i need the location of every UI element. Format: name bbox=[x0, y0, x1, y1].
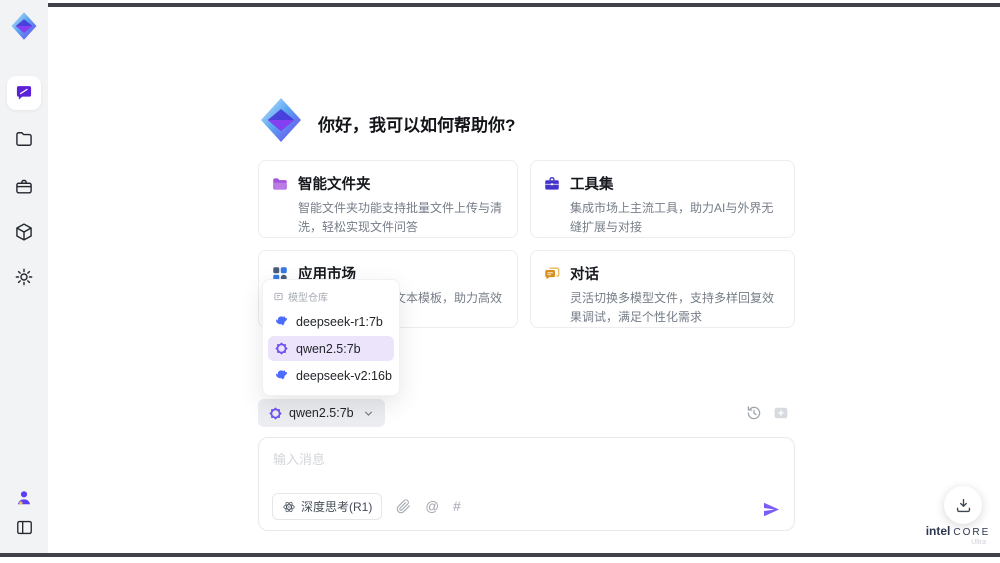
atom-icon bbox=[282, 500, 296, 514]
message-composer: 深度思考(R1) @ # bbox=[258, 437, 795, 531]
card-dialog[interactable]: 对话 灵活切换多模型文件，支持多样回复效果调试，满足个性化需求 bbox=[530, 250, 795, 328]
sidebar-item-settings[interactable] bbox=[7, 260, 41, 294]
folder-icon bbox=[271, 175, 289, 193]
model-option-qwen[interactable]: qwen2.5:7b bbox=[268, 336, 394, 361]
qwen-icon bbox=[268, 406, 283, 421]
sidebar-item-toolbox[interactable] bbox=[7, 170, 41, 204]
card-title: 对话 bbox=[570, 267, 599, 283]
qwen-icon bbox=[274, 341, 289, 356]
folder-icon bbox=[14, 129, 34, 149]
new-chat-icon[interactable] bbox=[772, 404, 790, 422]
card-description: 灵活切换多模型文件，支持多样回复效果调试，满足个性化需求 bbox=[570, 291, 775, 324]
model-option-deepseek-r1[interactable]: deepseek-r1:7b bbox=[268, 309, 394, 334]
hash-icon[interactable]: # bbox=[453, 500, 461, 514]
card-description: 集成市场上主流工具，助力AI与外界无缝扩展与对接 bbox=[570, 201, 774, 234]
sidebar-item-collapse[interactable] bbox=[7, 510, 41, 544]
window-top-edge bbox=[48, 3, 1000, 7]
selected-model-label: qwen2.5:7b bbox=[289, 406, 354, 420]
card-toolset[interactable]: 工具集 集成市场上主流工具，助力AI与外界无缝扩展与对接 bbox=[530, 160, 795, 238]
chat-icon bbox=[14, 83, 34, 103]
at-icon[interactable]: @ bbox=[425, 500, 439, 514]
sidebar-item-models[interactable] bbox=[7, 215, 41, 249]
briefcase-icon bbox=[543, 175, 561, 193]
sidebar bbox=[0, 0, 48, 553]
user-icon bbox=[14, 488, 34, 508]
deepseek-icon bbox=[274, 314, 289, 329]
card-title: 智能文件夹 bbox=[298, 177, 371, 193]
page-title: 你好，我可以如何帮助你? bbox=[318, 116, 516, 135]
sidebar-item-chat[interactable] bbox=[7, 76, 41, 110]
cube-icon bbox=[14, 222, 34, 242]
model-option-deepseek-v2[interactable]: deepseek-v2:16b bbox=[268, 363, 394, 388]
deep-think-toggle[interactable]: 深度思考(R1) bbox=[272, 493, 383, 520]
sidebar-item-folders[interactable] bbox=[7, 122, 41, 156]
chat-bubbles-icon bbox=[543, 265, 561, 283]
model-dropdown: 模型仓库 deepseek-r1:7b qwen2.5:7b deepseek-… bbox=[262, 279, 400, 396]
composer-toolbar: 深度思考(R1) @ # bbox=[272, 493, 461, 520]
window-bottom-edge bbox=[0, 553, 1000, 557]
model-dropdown-header: 模型仓库 bbox=[263, 284, 399, 307]
gear-icon bbox=[14, 267, 34, 287]
model-selector[interactable]: qwen2.5:7b bbox=[258, 399, 385, 427]
chevron-down-icon bbox=[362, 407, 375, 420]
panel-icon bbox=[15, 518, 34, 537]
model-selector-row: qwen2.5:7b bbox=[258, 399, 795, 427]
app-logo bbox=[9, 11, 39, 41]
greeting-logo bbox=[257, 96, 305, 144]
history-icon[interactable] bbox=[745, 404, 763, 422]
intel-core-badge: intel CORE Ultra bbox=[920, 524, 996, 546]
card-smart-folder[interactable]: 智能文件夹 智能文件夹功能支持批量文件上传与清洗，轻松实现文件问答 bbox=[258, 160, 518, 238]
briefcase-icon bbox=[14, 177, 34, 197]
intel-logo-text: intel bbox=[925, 524, 951, 538]
download-icon bbox=[954, 496, 973, 515]
deepseek-icon bbox=[274, 368, 289, 383]
intel-tier-text: Ultra bbox=[971, 539, 986, 546]
repository-icon bbox=[273, 291, 284, 302]
send-icon[interactable] bbox=[762, 500, 781, 519]
card-title: 工具集 bbox=[570, 177, 614, 193]
download-button[interactable] bbox=[944, 486, 982, 524]
card-description: 智能文件夹功能支持批量文件上传与清洗，轻松实现文件问答 bbox=[298, 201, 503, 234]
paperclip-icon[interactable] bbox=[396, 499, 411, 514]
message-input[interactable] bbox=[273, 449, 778, 487]
